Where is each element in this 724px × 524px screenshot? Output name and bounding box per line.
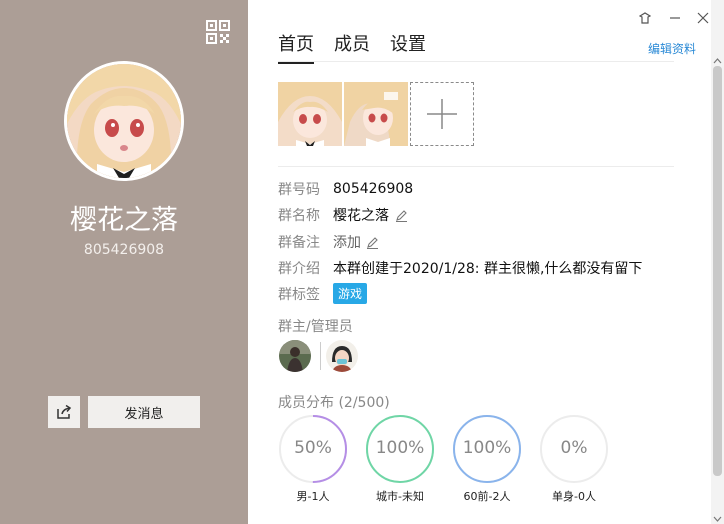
label: 群名称 <box>278 208 320 224</box>
group-name: 樱花之落 <box>70 205 178 236</box>
share-button[interactable] <box>48 396 80 428</box>
gender-caption: 男-1人 <box>296 490 330 503</box>
info-row-remark: 群备注 添加 <box>278 232 379 252</box>
pencil-icon[interactable] <box>366 236 379 249</box>
group-photo[interactable] <box>344 82 408 146</box>
divider <box>320 342 321 370</box>
skin-icon[interactable] <box>637 10 653 26</box>
group-tag[interactable]: 游戏 <box>333 283 368 304</box>
profile-panel: 樱花之落 805426908 发消息 <box>0 0 248 524</box>
group-avatar[interactable] <box>64 61 184 181</box>
distribution-title: 成员分布 (2/500) <box>278 395 390 411</box>
stat-age[interactable]: 100% 60前-2人 <box>452 414 522 503</box>
stat-gender[interactable]: 50% 男-1人 <box>278 414 348 503</box>
tab-settings[interactable]: 设置 <box>390 30 426 64</box>
divider <box>278 166 674 167</box>
add-remark-link[interactable]: 添加 <box>333 232 361 252</box>
group-id: 805426908 <box>83 242 165 258</box>
age-percent: 100% <box>462 438 512 458</box>
edit-profile-link[interactable]: 编辑资料 <box>648 40 696 57</box>
tab-members[interactable]: 成员 <box>334 30 370 64</box>
single-percent: 0% <box>560 438 588 458</box>
scrollbar-thumb[interactable] <box>713 66 722 476</box>
info-row-id: 群号码 805426908 <box>278 179 413 199</box>
tab-home[interactable]: 首页 <box>278 30 314 64</box>
group-number: 805426908 <box>333 181 414 197</box>
admins-title: 群主/管理员 <box>278 319 353 335</box>
avatar[interactable] <box>326 340 358 372</box>
age-caption: 60前-2人 <box>463 490 511 503</box>
scroll-down-icon[interactable] <box>713 508 722 522</box>
share-icon <box>57 404 72 419</box>
plus-icon <box>427 99 457 129</box>
stat-single[interactable]: 0% 单身-0人 <box>539 414 609 503</box>
close-icon[interactable] <box>695 10 711 26</box>
send-message-button[interactable]: 发消息 <box>88 396 200 428</box>
label: 群号码 <box>278 182 320 198</box>
info-row-tag: 群标签 游戏 <box>278 283 368 304</box>
divider <box>278 61 674 62</box>
scroll-up-icon[interactable] <box>713 50 722 64</box>
group-intro: 本群创建于2020/1/28: 群主很懒,什么都没有留下 <box>333 261 643 277</box>
group-photo[interactable] <box>278 82 342 146</box>
gender-percent: 50% <box>294 438 332 458</box>
minimize-icon[interactable] <box>667 10 683 26</box>
single-caption: 单身-0人 <box>552 490 596 503</box>
avatar[interactable] <box>279 340 311 372</box>
label: 群备注 <box>278 235 320 251</box>
add-photo-button[interactable] <box>410 82 474 146</box>
city-percent: 100% <box>375 438 425 458</box>
pencil-icon[interactable] <box>395 209 408 222</box>
label: 群标签 <box>278 286 320 303</box>
stat-city[interactable]: 100% 城市-未知 <box>365 414 435 503</box>
tab-bar: 首页 成员 设置 <box>278 30 426 64</box>
city-caption: 城市-未知 <box>376 490 424 503</box>
qr-code-icon[interactable] <box>206 20 230 44</box>
info-row-name: 群名称 樱花之落 <box>278 205 408 225</box>
info-row-intro: 群介绍 本群创建于2020/1/28: 群主很懒,什么都没有留下 <box>278 258 642 278</box>
label: 群介绍 <box>278 261 320 277</box>
group-name-value: 樱花之落 <box>333 208 389 224</box>
